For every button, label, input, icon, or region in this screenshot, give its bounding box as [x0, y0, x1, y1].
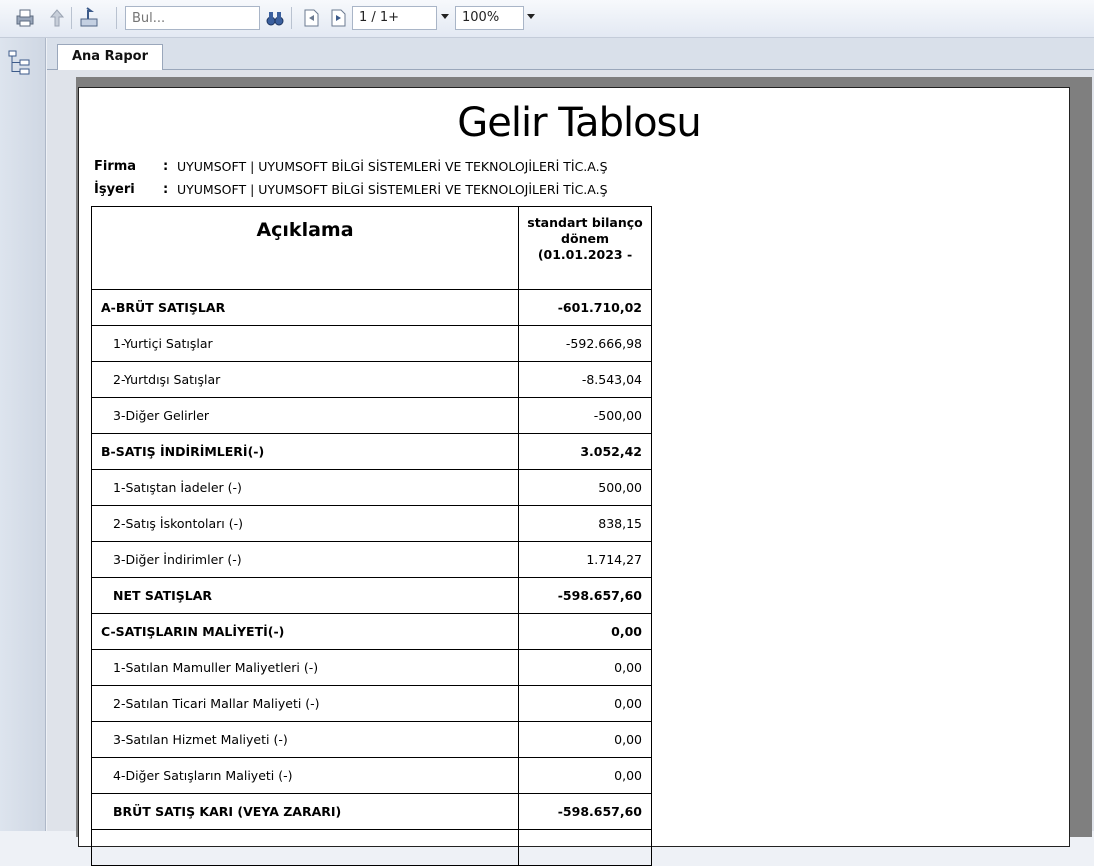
side-panel — [0, 38, 46, 831]
table-row: 4-Diğer Satışların Maliyeti (-) 0,00 — [91, 757, 652, 794]
row-value: 0,00 — [518, 721, 652, 758]
table-header-row: Açıklama standart bilanço dönem (01.01.2… — [91, 206, 652, 290]
row-label: 4-Diğer Satışların Maliyeti (-) — [91, 757, 519, 794]
report-toolbar: 1 / 1+ 100% — [0, 0, 1094, 38]
search-input[interactable] — [125, 6, 260, 30]
row-value: -598.657,60 — [518, 577, 652, 614]
row-label: 1-Satıştan İadeler (-) — [91, 469, 519, 506]
row-value: 0,00 — [518, 685, 652, 722]
row-value — [518, 829, 652, 866]
table-row: 3-Diğer İndirimler (-) 1.714,27 — [91, 541, 652, 578]
tab-bar: Ana Rapor — [47, 38, 1094, 70]
row-label: 2-Yurtdışı Satışlar — [91, 361, 519, 398]
row-value: -500,00 — [518, 397, 652, 434]
table-row: 1-Satıştan İadeler (-) 500,00 — [91, 469, 652, 506]
column-header-line: (01.01.2023 - — [537, 247, 633, 262]
table-row: NET SATIŞLAR -598.657,60 — [91, 577, 652, 614]
row-value: -592.666,98 — [518, 325, 652, 362]
row-label: A-BRÜT SATIŞLAR — [91, 289, 519, 326]
table-row: C-SATIŞLARIN MALİYETİ(-) 0,00 — [91, 613, 652, 650]
meta-label-firma: Firma — [94, 159, 137, 174]
row-label: NET SATIŞLAR — [91, 577, 519, 614]
table-row: A-BRÜT SATIŞLAR -601.710,02 — [91, 289, 652, 326]
row-label: C-SATIŞLARIN MALİYETİ(-) — [91, 613, 519, 650]
meta-value-firma: UYUMSOFT | UYUMSOFT BİLGİ SİSTEMLERİ VE … — [177, 159, 608, 174]
column-header-period: standart bilanço dönem (01.01.2023 - — [518, 206, 652, 290]
next-page-icon[interactable] — [327, 7, 349, 29]
row-value: 3.052,42 — [518, 433, 652, 470]
table-row: 3-Diğer Gelirler -500,00 — [91, 397, 652, 434]
table-row — [91, 829, 652, 866]
row-value: 1.714,27 — [518, 541, 652, 578]
row-label — [91, 829, 519, 866]
row-value: 500,00 — [518, 469, 652, 506]
report-title: Gelir Tablosu — [457, 100, 701, 146]
row-label: BRÜT SATIŞ KARI (VEYA ZARARI) — [91, 793, 519, 830]
zoom-dropdown-arrow-icon[interactable] — [527, 14, 535, 19]
row-value: 838,15 — [518, 505, 652, 542]
row-label: 2-Satılan Ticari Mallar Maliyeti (-) — [91, 685, 519, 722]
row-label: B-SATIŞ İNDİRİMLERİ(-) — [91, 433, 519, 470]
table-row: B-SATIŞ İNDİRİMLERİ(-) 3.052,42 — [91, 433, 652, 470]
export-icon[interactable] — [78, 7, 100, 29]
row-label: 3-Diğer İndirimler (-) — [91, 541, 519, 578]
row-value: -8.543,04 — [518, 361, 652, 398]
page-number-field[interactable]: 1 / 1+ — [352, 6, 437, 30]
table-row: 2-Satış İskontoları (-) 838,15 — [91, 505, 652, 542]
tab-ana-rapor[interactable]: Ana Rapor — [57, 44, 163, 70]
meta-colon: : — [163, 182, 169, 197]
column-header-line: standart bilanço — [527, 215, 643, 230]
meta-colon: : — [163, 159, 169, 174]
row-label: 3-Diğer Gelirler — [91, 397, 519, 434]
zoom-field[interactable]: 100% — [455, 6, 524, 30]
row-value: -598.657,60 — [518, 793, 652, 830]
column-header-line: dönem — [561, 231, 609, 246]
income-statement-table: Açıklama standart bilanço dönem (01.01.2… — [91, 206, 652, 866]
table-row: 1-Yurtiçi Satışlar -592.666,98 — [91, 325, 652, 362]
table-row: BRÜT SATIŞ KARI (VEYA ZARARI) -598.657,6… — [91, 793, 652, 830]
table-row: 2-Satılan Ticari Mallar Maliyeti (-) 0,0… — [91, 685, 652, 722]
row-label: 3-Satılan Hizmet Maliyeti (-) — [91, 721, 519, 758]
document-tree-icon[interactable] — [8, 50, 32, 76]
table-row: 3-Satılan Hizmet Maliyeti (-) 0,00 — [91, 721, 652, 758]
meta-value-isyeri: UYUMSOFT | UYUMSOFT BİLGİ SİSTEMLERİ VE … — [177, 182, 608, 197]
page-dropdown-arrow-icon[interactable] — [441, 14, 449, 19]
printer-icon[interactable] — [14, 7, 36, 29]
binoculars-icon[interactable] — [264, 7, 286, 29]
row-label: 2-Satış İskontoları (-) — [91, 505, 519, 542]
row-value: -601.710,02 — [518, 289, 652, 326]
column-header-description: Açıklama — [91, 206, 519, 290]
table-row: 2-Yurtdışı Satışlar -8.543,04 — [91, 361, 652, 398]
row-value: 0,00 — [518, 757, 652, 794]
row-label: 1-Yurtiçi Satışlar — [91, 325, 519, 362]
row-label: 1-Satılan Mamuller Maliyetleri (-) — [91, 649, 519, 686]
row-value: 0,00 — [518, 649, 652, 686]
row-value: 0,00 — [518, 613, 652, 650]
up-arrow-icon[interactable] — [46, 7, 68, 29]
table-row: 1-Satılan Mamuller Maliyetleri (-) 0,00 — [91, 649, 652, 686]
meta-label-isyeri: İşyeri — [94, 182, 135, 197]
previous-page-icon[interactable] — [300, 7, 322, 29]
